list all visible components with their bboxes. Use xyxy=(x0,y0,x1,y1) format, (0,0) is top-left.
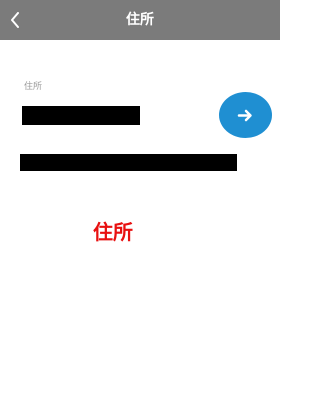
redacted-address-line-2 xyxy=(20,154,237,171)
redacted-address-line-1 xyxy=(22,106,140,125)
next-button[interactable] xyxy=(219,92,272,138)
arrow-right-icon xyxy=(237,109,252,121)
address-annotation-label: 住所 xyxy=(93,220,133,244)
page-title: 住所 xyxy=(126,12,154,28)
app-header: 住所 xyxy=(0,0,280,40)
address-field-label: 住所 xyxy=(24,82,43,92)
